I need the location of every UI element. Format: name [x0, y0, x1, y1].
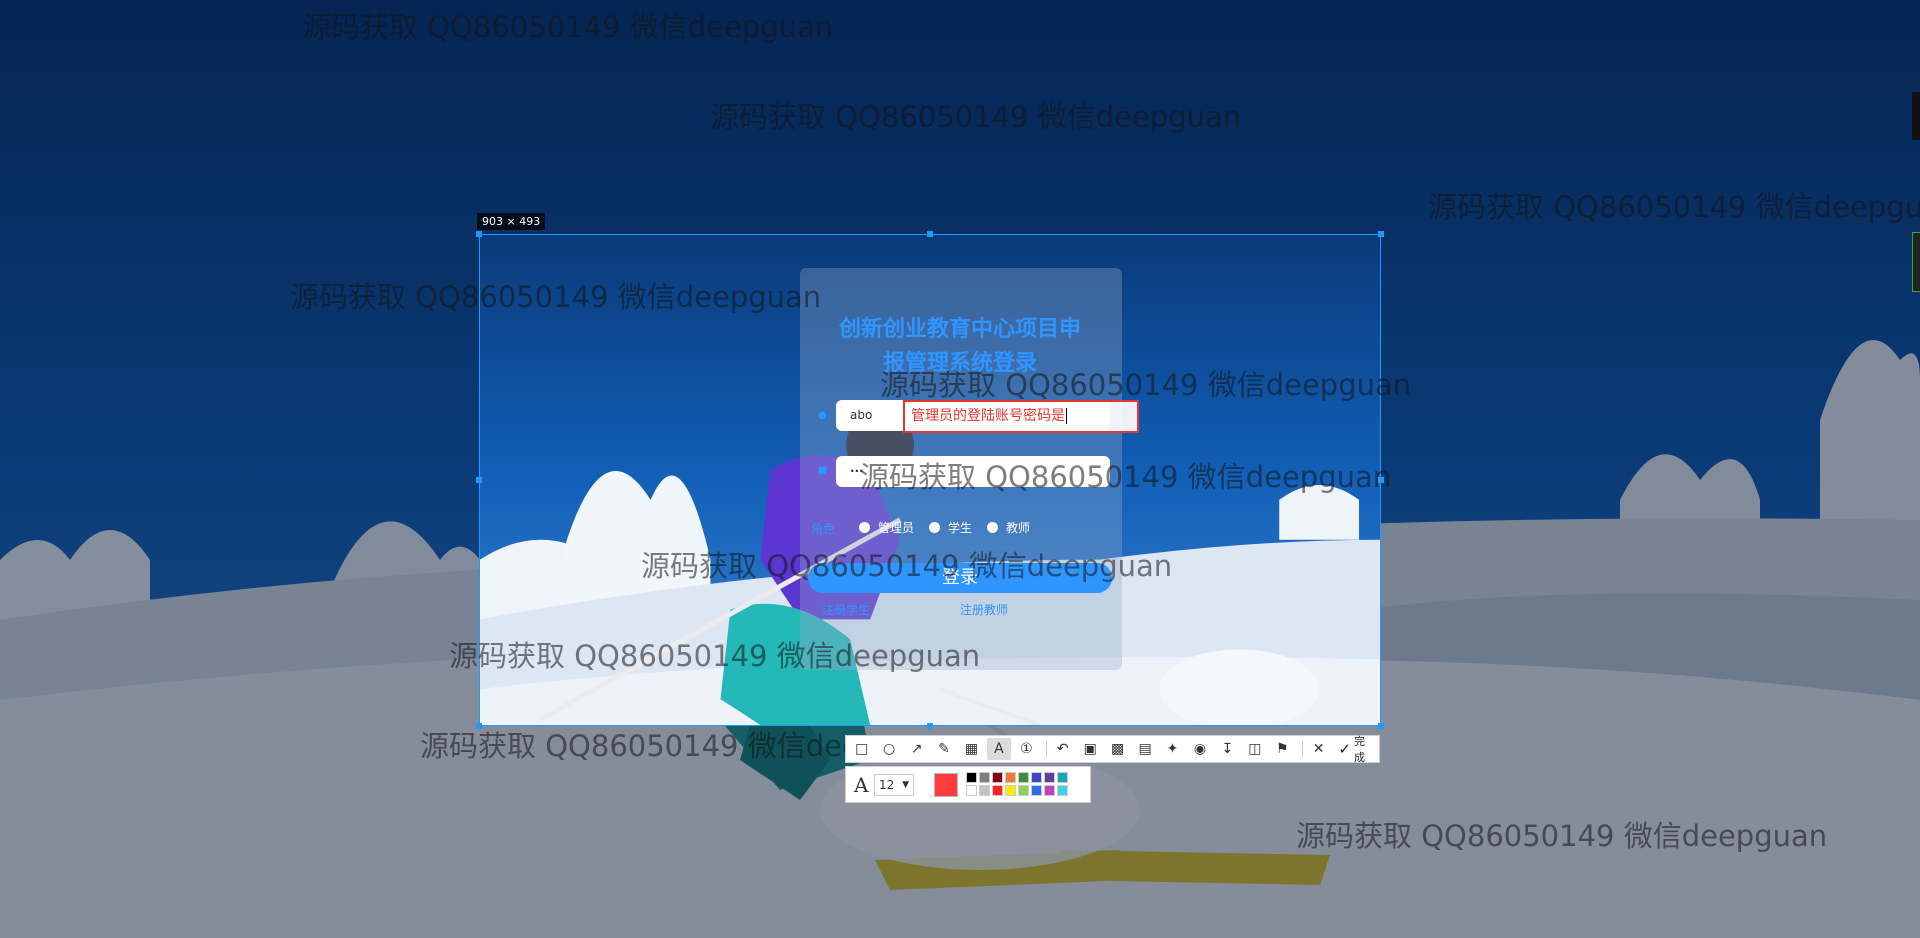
- download-icon[interactable]: ↧: [1216, 738, 1239, 760]
- selection-handle-bottom-right[interactable]: [1378, 723, 1384, 729]
- role-label: 角色: [811, 522, 836, 536]
- color-swatch[interactable]: [992, 785, 1003, 796]
- bookmark-icon[interactable]: ⚑: [1271, 738, 1294, 760]
- done-button[interactable]: ✓ 完成: [1338, 733, 1375, 765]
- text-icon[interactable]: A: [987, 738, 1011, 760]
- color-swatch[interactable]: [979, 785, 990, 796]
- screenshot-toolbar: □ ○ ↗ ✎ ▦ A ① ↶ ▣ ▩ ▤ ✦ ◉ ↧ ◫ ⚑ ✕ ✓ 完成: [845, 733, 1380, 765]
- translate-icon[interactable]: ▩: [1106, 738, 1129, 760]
- color-swatch[interactable]: [1005, 785, 1016, 796]
- ellipse-icon[interactable]: ○: [877, 738, 900, 760]
- role-radio-admin[interactable]: [859, 522, 870, 533]
- toolbar-divider: [1046, 741, 1048, 757]
- password-input[interactable]: ···: [836, 456, 1110, 487]
- color-swatch[interactable]: [1005, 772, 1016, 783]
- password-value: ···: [850, 464, 864, 478]
- color-swatch[interactable]: [1057, 785, 1068, 796]
- record-icon[interactable]: ◉: [1188, 738, 1211, 760]
- color-swatch[interactable]: [1057, 772, 1068, 783]
- text-caret: [1066, 408, 1067, 424]
- user-icon: ●: [818, 410, 827, 421]
- role-radio-teacher[interactable]: [987, 522, 998, 533]
- pen-icon[interactable]: ✎: [932, 738, 955, 760]
- save-icon[interactable]: ◫: [1243, 738, 1266, 760]
- selection-handle-top-left[interactable]: [476, 231, 482, 237]
- color-swatch[interactable]: [979, 772, 990, 783]
- color-swatch[interactable]: [1031, 772, 1042, 783]
- long-screenshot-icon[interactable]: ▤: [1133, 738, 1156, 760]
- register-teacher-link[interactable]: 注册教师: [960, 601, 1008, 618]
- login-title-line1: 创新创业教育中心项目申: [838, 317, 1081, 342]
- selection-handle-bottom[interactable]: [927, 723, 933, 729]
- color-swatch[interactable]: [992, 772, 1003, 783]
- role-teacher-label: 教师: [1006, 521, 1031, 535]
- done-label: 完成: [1353, 735, 1365, 764]
- close-icon[interactable]: ✕: [1307, 738, 1330, 760]
- color-swatch[interactable]: [1018, 785, 1029, 796]
- selection-handle-left[interactable]: [476, 477, 482, 483]
- font-icon: A: [854, 773, 869, 797]
- role-radio-student[interactable]: [929, 522, 940, 533]
- undo-icon[interactable]: ↶: [1051, 738, 1074, 760]
- check-icon: ✓: [1338, 740, 1351, 758]
- serial-number-icon[interactable]: ①: [1015, 738, 1038, 760]
- font-size-value: 12: [879, 778, 895, 792]
- login-title-line2: 报管理系统登录: [882, 351, 1037, 376]
- login-button[interactable]: 登录: [808, 563, 1112, 593]
- toolbar-divider: [1301, 741, 1303, 757]
- username-value: abo: [850, 408, 873, 422]
- selection-handle-bottom-left[interactable]: [476, 723, 482, 729]
- rectangle-icon[interactable]: □: [850, 738, 873, 760]
- login-title: 创新创业教育中心项目申 报管理系统登录: [810, 313, 1110, 381]
- current-color-swatch[interactable]: [934, 773, 958, 797]
- selection-size-label: 903 × 493: [477, 213, 546, 230]
- annotation-text: 管理员的登陆账号密码是: [911, 408, 1065, 424]
- register-student-link[interactable]: 注册学生: [822, 601, 870, 618]
- color-swatch[interactable]: [1044, 772, 1055, 783]
- ocr-icon[interactable]: ▣: [1078, 738, 1101, 760]
- font-size-select[interactable]: 12 ▼: [874, 774, 914, 796]
- selection-handle-top-right[interactable]: [1378, 231, 1384, 237]
- pin-icon[interactable]: ✦: [1161, 738, 1184, 760]
- edge-widget: [1912, 92, 1920, 140]
- color-swatch[interactable]: [966, 785, 977, 796]
- selection-handle-right[interactable]: [1378, 477, 1384, 483]
- chevron-down-icon: ▼: [902, 780, 909, 790]
- text-options-bar: A 12 ▼: [845, 766, 1091, 803]
- color-swatch[interactable]: [1031, 785, 1042, 796]
- role-student-label: 学生: [948, 521, 973, 535]
- arrow-icon[interactable]: ↗: [905, 738, 928, 760]
- annotation-text-box[interactable]: 管理员的登陆账号密码是: [903, 400, 1139, 433]
- edge-widget: [1912, 232, 1920, 292]
- lock-icon: ■: [818, 465, 828, 476]
- role-admin-label: 管理员: [878, 521, 915, 535]
- color-swatch[interactable]: [1044, 785, 1055, 796]
- color-swatch[interactable]: [1018, 772, 1029, 783]
- color-swatch[interactable]: [966, 772, 977, 783]
- mosaic-icon[interactable]: ▦: [960, 738, 983, 760]
- selection-handle-top[interactable]: [927, 231, 933, 237]
